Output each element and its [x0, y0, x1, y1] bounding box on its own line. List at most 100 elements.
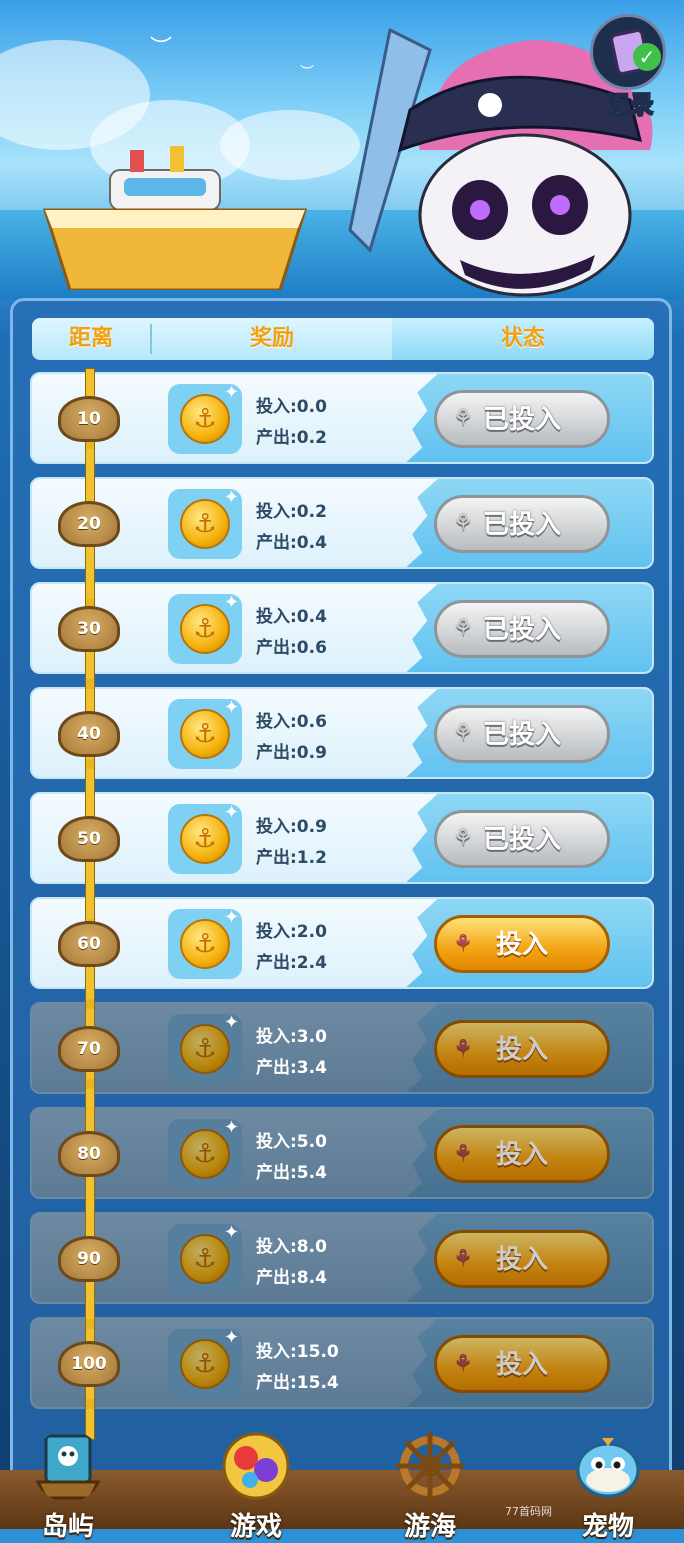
invest-amount: 投入:0.4: [256, 607, 327, 627]
invested-button[interactable]: ⚘ 已投入: [434, 495, 610, 553]
distance-value: 10: [77, 409, 101, 429]
reward-row: ⚓ ✦ 投入:0.6 产出:0.9 ⚘ 已投入: [30, 687, 654, 779]
gold-coin-icon: ⚓: [180, 1339, 230, 1389]
gold-coin-icon: ⚓: [180, 919, 230, 969]
output-amount: 产出:3.4: [256, 1058, 327, 1078]
distance-marker: 70: [58, 1026, 120, 1072]
button-label: 投入: [495, 930, 548, 960]
row-values: 投入:2.0 产出:2.4: [256, 917, 327, 979]
gold-coin-icon: ⚓: [180, 394, 230, 444]
output-amount: 产出:5.4: [256, 1163, 327, 1183]
distance-marker: 90: [58, 1236, 120, 1282]
table-header: 距离 奖励 状态: [32, 318, 654, 360]
reward-coin-tile: ⚓ ✦: [168, 382, 242, 454]
nav-pet[interactable]: 宠物: [548, 1430, 668, 1542]
distance-marker: 20: [58, 501, 120, 547]
reward-coin-tile: ⚓ ✦: [168, 697, 242, 769]
button-label: 已投入: [482, 720, 561, 750]
distance-value: 80: [77, 1144, 101, 1164]
seagull-icon: ︶: [300, 65, 314, 81]
record-button[interactable]: ✓ 记录: [584, 14, 676, 119]
distance-marker: 100: [58, 1341, 120, 1387]
reward-coin-tile: ⚓ ✦: [168, 592, 242, 664]
row-values: 投入:0.0 产出:0.2: [256, 392, 327, 454]
row-values: 投入:0.4 产出:0.6: [256, 602, 327, 664]
distance-value: 60: [77, 934, 101, 954]
row-values: 投入:0.6 产出:0.9: [256, 707, 327, 769]
coral-icon: ⚘: [453, 616, 473, 641]
button-label: 已投入: [482, 825, 561, 855]
invested-button[interactable]: ⚘ 已投入: [434, 810, 610, 868]
reward-row: ⚓ ✦ 投入:5.0 产出:5.4 ⚘ 投入: [30, 1107, 654, 1199]
row-values: 投入:0.2 产出:0.4: [256, 497, 327, 559]
output-amount: 产出:1.2: [256, 848, 327, 868]
row-values: 投入:0.9 产出:1.2: [256, 812, 327, 874]
distance-marker: 30: [58, 606, 120, 652]
sparkle-icon: ✦: [224, 592, 240, 613]
sparkle-icon: ✦: [224, 802, 240, 823]
header-status: 状态: [392, 318, 654, 360]
nav-pet-label: 宠物: [581, 1512, 634, 1542]
coral-icon: ⚘: [453, 1141, 473, 1166]
row-values: 投入:3.0 产出:3.4: [256, 1022, 327, 1084]
output-amount: 产出:8.4: [256, 1268, 327, 1288]
distance-marker: 10: [58, 396, 120, 442]
sparkle-icon: ✦: [224, 1327, 240, 1348]
distance-marker: 80: [58, 1131, 120, 1177]
sparkle-icon: ✦: [224, 1222, 240, 1243]
nav-island-label: 岛屿: [41, 1512, 94, 1542]
invest-button[interactable]: ⚘ 投入: [434, 1335, 610, 1393]
nav-island[interactable]: 岛屿: [8, 1430, 128, 1542]
reward-coin-tile: ⚓ ✦: [168, 1117, 242, 1189]
gold-coin-icon: ⚓: [180, 604, 230, 654]
ship-wheel-icon: [396, 1432, 464, 1500]
invested-button[interactable]: ⚘ 已投入: [434, 390, 610, 448]
clipboard-check-icon: ✓: [590, 14, 666, 90]
output-amount: 产出:0.2: [256, 428, 327, 448]
output-amount: 产出:15.4: [256, 1373, 339, 1393]
watermark: 77首码网: [505, 1505, 552, 1518]
invest-amount: 投入:0.6: [256, 712, 327, 732]
coral-icon: ⚘: [453, 511, 473, 536]
output-amount: 产出:0.9: [256, 743, 327, 763]
gold-coin-icon: ⚓: [180, 709, 230, 759]
distance-marker: 60: [58, 921, 120, 967]
reward-coin-tile: ⚓ ✦: [168, 1222, 242, 1294]
reward-row: ⚓ ✦ 投入:2.0 产出:2.4 ⚘ 投入: [30, 897, 654, 989]
row-values: 投入:5.0 产出:5.4: [256, 1127, 327, 1189]
gold-coin-icon: ⚓: [180, 1024, 230, 1074]
reward-row: ⚓ ✦ 投入:0.9 产出:1.2 ⚘ 已投入: [30, 792, 654, 884]
coral-icon: ⚘: [453, 1036, 473, 1061]
reward-row: ⚓ ✦ 投入:8.0 产出:8.4 ⚘ 投入: [30, 1212, 654, 1304]
invest-amount: 投入:0.2: [256, 502, 327, 522]
island-map-icon: [35, 1434, 101, 1500]
distance-marker: 40: [58, 711, 120, 757]
distance-value: 70: [77, 1039, 101, 1059]
invest-button[interactable]: ⚘ 投入: [434, 1230, 610, 1288]
button-label: 已投入: [482, 615, 561, 645]
distance-value: 50: [77, 829, 101, 849]
gems-icon: [222, 1432, 290, 1500]
button-label: 投入: [495, 1350, 548, 1380]
invest-amount: 投入:3.0: [256, 1027, 327, 1047]
record-label: 记录: [606, 90, 655, 119]
invested-button[interactable]: ⚘ 已投入: [434, 705, 610, 763]
sparkle-icon: ✦: [224, 697, 240, 718]
nav-game-label: 游戏: [229, 1512, 282, 1542]
invest-amount: 投入:2.0: [256, 922, 327, 942]
nav-sea[interactable]: 游海: [370, 1430, 490, 1542]
invested-button[interactable]: ⚘ 已投入: [434, 600, 610, 658]
banner-scene: ︶ ︶ ✓ 记录: [0, 0, 684, 300]
invest-button[interactable]: ⚘ 投入: [434, 1125, 610, 1183]
distance-marker: 50: [58, 816, 120, 862]
nav-game[interactable]: 游戏: [196, 1430, 316, 1542]
button-label: 投入: [495, 1245, 548, 1275]
row-values: 投入:8.0 产出:8.4: [256, 1232, 327, 1294]
invest-amount: 投入:0.9: [256, 817, 327, 837]
coral-icon: ⚘: [453, 931, 473, 956]
invest-button[interactable]: ⚘ 投入: [434, 1020, 610, 1078]
distance-value: 100: [71, 1354, 107, 1374]
coral-icon: ⚘: [453, 1351, 473, 1376]
invest-button[interactable]: ⚘ 投入: [434, 915, 610, 973]
button-label: 投入: [495, 1035, 548, 1065]
